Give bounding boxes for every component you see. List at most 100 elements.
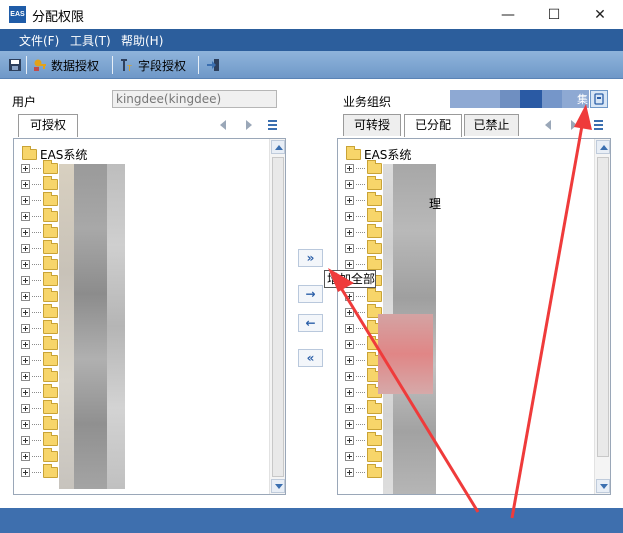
expand-icon[interactable] (345, 339, 354, 349)
expand-icon[interactable] (345, 259, 354, 269)
expand-icon[interactable] (345, 403, 354, 413)
expand-icon[interactable] (345, 243, 354, 253)
tree-node[interactable] (21, 447, 58, 464)
tree-node[interactable] (21, 415, 58, 432)
expand-icon[interactable] (345, 307, 354, 317)
tree-node[interactable] (345, 303, 382, 320)
tree-node[interactable] (21, 431, 58, 448)
expand-icon[interactable] (21, 371, 30, 381)
vertical-scrollbar[interactable] (594, 139, 610, 494)
remove-all-button[interactable]: « (298, 349, 323, 367)
tree-node[interactable] (21, 383, 58, 400)
tree-node[interactable] (21, 303, 58, 320)
tree-node[interactable] (21, 239, 58, 256)
tab-can-delegate[interactable]: 可转授 (343, 114, 401, 136)
tab-forbidden[interactable]: 已禁止 (464, 114, 519, 136)
exit-icon[interactable] (206, 58, 220, 72)
expand-icon[interactable] (21, 275, 30, 285)
expand-icon[interactable] (21, 451, 30, 461)
tree-node[interactable] (21, 463, 58, 480)
tree-node[interactable] (345, 335, 382, 352)
expand-icon[interactable] (21, 387, 30, 397)
expand-icon[interactable] (345, 195, 354, 205)
tree-node[interactable] (345, 223, 382, 240)
org-select-button[interactable] (590, 90, 608, 108)
expand-icon[interactable] (345, 371, 354, 381)
add-button[interactable]: → (298, 285, 323, 303)
tree-node[interactable] (21, 175, 58, 192)
expand-icon[interactable] (21, 323, 30, 333)
data-auth-button[interactable]: 数据授权 (51, 57, 99, 74)
expand-icon[interactable] (21, 243, 30, 253)
expand-icon[interactable] (345, 451, 354, 461)
tree-node[interactable] (21, 271, 58, 288)
expand-icon[interactable] (345, 435, 354, 445)
tab-prev-icon[interactable] (220, 120, 226, 130)
tree-node[interactable] (21, 255, 58, 272)
expand-icon[interactable] (21, 339, 30, 349)
save-icon[interactable] (8, 58, 22, 72)
expand-icon[interactable] (21, 419, 30, 429)
expand-icon[interactable] (345, 419, 354, 429)
tree-node[interactable] (21, 319, 58, 336)
expand-icon[interactable] (345, 323, 354, 333)
tree-node[interactable] (345, 239, 382, 256)
data-auth-icon[interactable] (33, 58, 47, 72)
tree-node[interactable] (345, 463, 382, 480)
org-field[interactable]: 集 (450, 90, 589, 108)
vertical-scrollbar[interactable] (269, 139, 285, 494)
tree-node[interactable] (345, 431, 382, 448)
tree-node[interactable] (21, 159, 58, 176)
expand-icon[interactable] (345, 355, 354, 365)
user-field[interactable]: kingdee(kingdee) (112, 90, 277, 108)
menu-file[interactable]: 文件(F) (19, 32, 59, 49)
tree-node[interactable] (345, 351, 382, 368)
field-auth-icon[interactable]: T (120, 58, 134, 72)
scroll-up-button[interactable] (271, 140, 285, 154)
expand-icon[interactable] (21, 195, 30, 205)
tree-node[interactable] (21, 351, 58, 368)
tab-list-icon[interactable] (268, 120, 277, 130)
expand-icon[interactable] (345, 179, 354, 189)
remove-button[interactable]: ← (298, 314, 323, 332)
tree-node[interactable] (345, 399, 382, 416)
menu-help[interactable]: 帮助(H) (121, 32, 163, 49)
tree-node[interactable] (345, 159, 382, 176)
tree-node[interactable] (21, 367, 58, 384)
expand-icon[interactable] (345, 467, 354, 477)
scroll-down-button[interactable] (596, 479, 610, 493)
scroll-thumb[interactable] (597, 157, 609, 457)
tab-next-icon[interactable] (571, 120, 577, 130)
expand-icon[interactable] (345, 211, 354, 221)
expand-icon[interactable] (21, 467, 30, 477)
expand-icon[interactable] (345, 291, 354, 301)
minimize-button[interactable]: — (485, 0, 531, 29)
close-button[interactable]: ✕ (577, 0, 623, 29)
tree-node[interactable] (21, 207, 58, 224)
tab-list-icon[interactable] (594, 120, 603, 130)
scroll-thumb[interactable] (272, 157, 284, 477)
expand-icon[interactable] (21, 435, 30, 445)
expand-icon[interactable] (21, 179, 30, 189)
expand-icon[interactable] (21, 227, 30, 237)
maximize-button[interactable]: ☐ (531, 0, 577, 29)
tab-prev-icon[interactable] (545, 120, 551, 130)
tree-node[interactable] (21, 399, 58, 416)
tree-node[interactable] (345, 287, 382, 304)
expand-icon[interactable] (21, 307, 30, 317)
tree-node[interactable] (345, 191, 382, 208)
expand-icon[interactable] (345, 163, 354, 173)
tree-node[interactable] (21, 335, 58, 352)
scroll-down-button[interactable] (271, 479, 285, 493)
add-all-button[interactable]: » (298, 249, 323, 267)
tab-authorizable[interactable]: 可授权 (18, 114, 78, 137)
field-auth-button[interactable]: 字段授权 (138, 57, 186, 74)
expand-icon[interactable] (345, 227, 354, 237)
tree-node[interactable] (345, 447, 382, 464)
tab-next-icon[interactable] (246, 120, 252, 130)
tree-node[interactable] (345, 207, 382, 224)
tree-node[interactable] (345, 415, 382, 432)
menu-tools[interactable]: 工具(T) (70, 32, 111, 49)
tree-node[interactable] (21, 223, 58, 240)
scroll-up-button[interactable] (596, 140, 610, 154)
